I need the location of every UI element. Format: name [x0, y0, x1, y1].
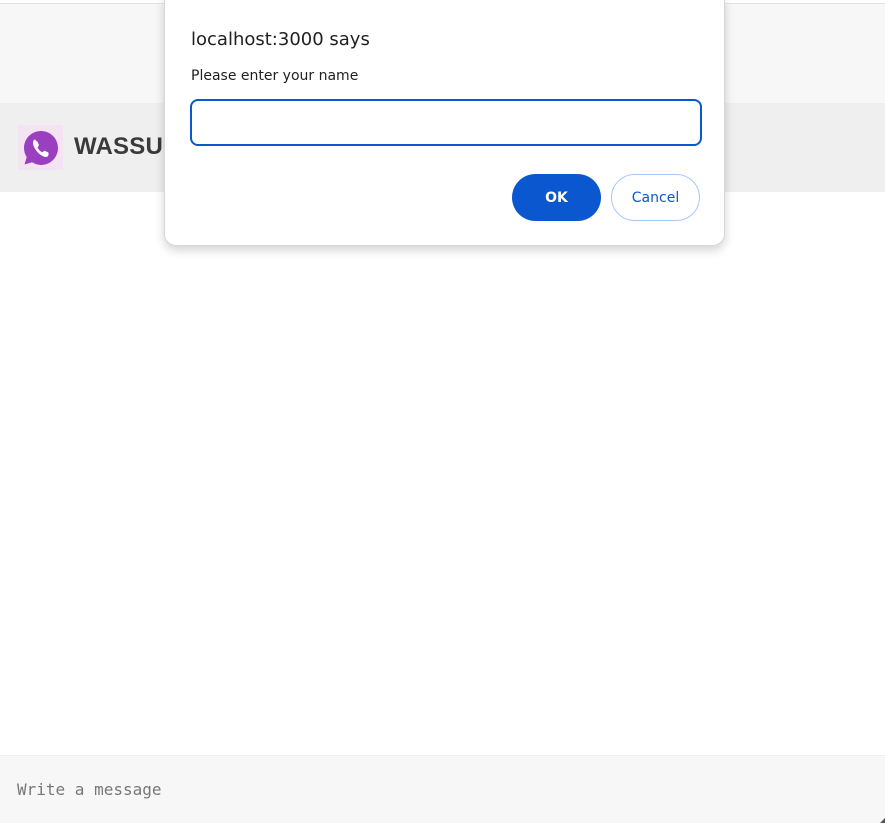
cancel-button[interactable]: Cancel [611, 174, 700, 221]
dialog-message: Please enter your name [191, 68, 359, 84]
bottom-strip [0, 823, 885, 828]
dialog-title: localhost:3000 says [191, 29, 370, 50]
name-input[interactable] [190, 99, 702, 146]
page: WASSUP ◢ localhost:3000 says Please ente… [0, 0, 885, 828]
app-logo [18, 125, 63, 170]
composer: ◢ [0, 755, 885, 825]
ok-button[interactable]: OK [512, 174, 601, 221]
phone-chat-icon [23, 130, 58, 165]
message-input[interactable] [0, 756, 885, 824]
prompt-dialog: localhost:3000 says Please enter your na… [164, 0, 725, 246]
message-list [0, 192, 885, 754]
